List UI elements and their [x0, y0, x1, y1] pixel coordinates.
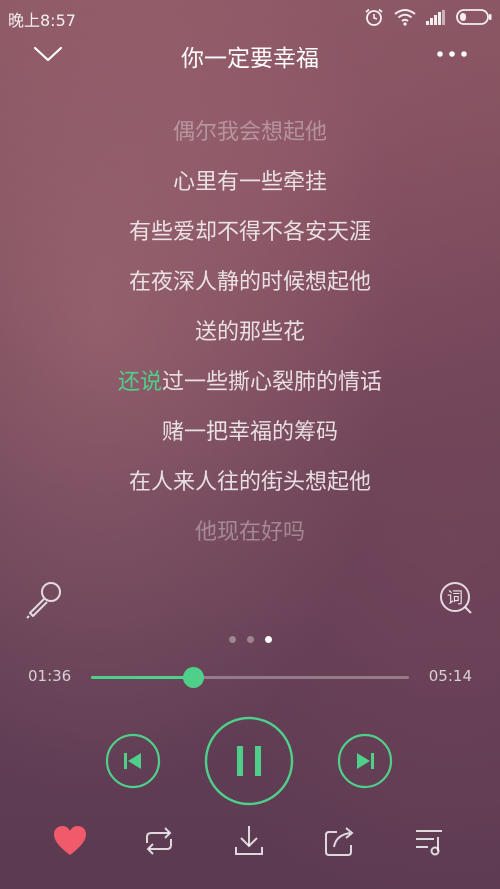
- lyric-line: 偶尔我会想起他: [172, 120, 327, 145]
- lyric-line: 赌一把幸福的筹码: [161, 420, 338, 445]
- page-dot[interactable]: [228, 636, 236, 643]
- wifi-icon: [394, 8, 416, 26]
- song-title: 你一定要幸福: [181, 46, 319, 72]
- alarm-icon: [364, 8, 384, 26]
- page-indicator: [0, 636, 500, 643]
- chevron-down-icon[interactable]: [30, 40, 66, 68]
- page-dot-active[interactable]: [264, 636, 272, 643]
- player-header: 你一定要幸福: [0, 34, 500, 74]
- progress-fill: [91, 676, 193, 679]
- battery-icon: [456, 9, 492, 25]
- lyric-line: 在人来人往的街头想起他: [128, 470, 371, 495]
- status-icons: [364, 8, 492, 26]
- progress-bar[interactable]: [91, 667, 409, 688]
- lyric-line: 有些爱却不得不各安天涯: [128, 220, 371, 245]
- lyrics-icon-label: 词: [447, 588, 463, 607]
- lyrics-icon[interactable]: 词: [438, 580, 474, 616]
- repeat-icon[interactable]: [139, 823, 179, 859]
- microphone-icon[interactable]: [24, 578, 66, 620]
- page-dot[interactable]: [246, 636, 254, 643]
- status-time: 晚上8:57: [8, 11, 76, 30]
- duration-time: 05:14: [428, 667, 472, 685]
- current-lyric-rest: 过一些撕心裂肺的情话: [162, 370, 383, 395]
- lyric-line: 他现在好吗: [194, 520, 305, 545]
- heart-icon[interactable]: [50, 823, 90, 859]
- lyric-line: 送的那些花: [194, 320, 305, 345]
- current-time: 01:36: [28, 667, 72, 685]
- current-lyric-sung: 还说: [117, 370, 162, 395]
- lyric-line: 心里有一些牵挂: [172, 170, 327, 195]
- current-lyric-line: 还说过一些撕心裂肺的情话: [0, 358, 500, 408]
- download-icon[interactable]: [229, 823, 269, 859]
- lyrics-panel[interactable]: 偶尔我会想起他 心里有一些牵挂 有些爱却不得不各安天涯 在夜深人静的时候想起他 …: [0, 108, 500, 558]
- previous-track-icon[interactable]: [105, 733, 161, 789]
- pause-icon[interactable]: [204, 716, 294, 806]
- playlist-icon[interactable]: [410, 823, 450, 859]
- status-bar: 晚上8:57: [0, 0, 500, 34]
- signal-icon: [426, 9, 446, 25]
- progress-knob[interactable]: [182, 667, 204, 688]
- more-dots-icon[interactable]: [434, 42, 470, 66]
- lyric-line: 在夜深人静的时候想起他: [128, 270, 371, 295]
- share-icon[interactable]: [320, 823, 360, 859]
- next-track-icon[interactable]: [337, 733, 393, 789]
